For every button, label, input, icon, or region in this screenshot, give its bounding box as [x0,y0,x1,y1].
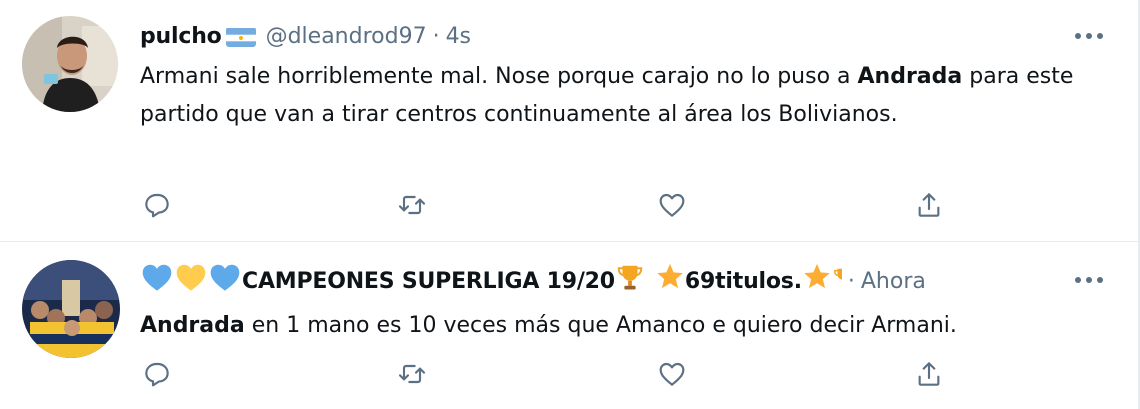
timestamp[interactable]: 4s [446,22,471,52]
mention-text: Andrada [857,64,963,89]
share-icon[interactable] [912,357,946,391]
star-icon [802,262,832,301]
tweet-header: CAMPEONES SUPERLIGA 19/20 69titulos. · A… [140,262,926,301]
retweet-icon[interactable] [395,188,429,222]
separator-dot: · [432,24,440,49]
share-icon[interactable] [912,188,946,222]
retweet-icon[interactable] [395,357,429,391]
more-icon[interactable] [1072,24,1106,48]
heart-icon[interactable] [655,188,689,222]
user-handle[interactable]: @dleandrod97 [266,22,427,52]
tweet-text: Armani sale horriblemente mal. Nose porq… [140,58,1100,134]
display-name[interactable]: pulcho [140,22,222,52]
tweet-actions [140,357,960,391]
tweet[interactable]: CAMPEONES SUPERLIGA 19/20 69titulos. · A… [0,243,1140,409]
tweet-divider [0,241,1140,242]
tweet-text: Andrada en 1 mano es 10 veces más que Am… [140,307,1100,345]
blue-heart-icon [208,262,242,301]
separator-dot: · [847,268,855,294]
blue-heart-icon [140,262,174,301]
trophy-icon [615,262,645,301]
tweet-actions [140,188,960,222]
yellow-heart-icon [174,262,208,301]
more-icon[interactable] [1072,268,1106,292]
trophy-icon [832,262,842,301]
reply-icon[interactable] [140,188,174,222]
tweet-text-part: en 1 mano es 10 veces más que Amanco e q… [244,313,957,338]
tweet-header: pulcho @dleandrod97 · 4s [140,22,471,52]
star-icon [655,262,685,301]
timestamp[interactable]: Ahora [861,267,926,297]
display-name[interactable]: CAMPEONES SUPERLIGA 19/20 [242,267,615,297]
display-name-suffix[interactable]: 69titulos. [685,267,802,297]
tweet[interactable]: pulcho @dleandrod97 · 4s Armani sale hor… [0,0,1140,242]
tweet-text-part: Armani sale horriblemente mal. Nose porq… [140,64,858,89]
mention-text: Andrada [140,313,245,338]
argentina-flag-icon [225,27,256,47]
avatar[interactable] [22,16,118,112]
reply-icon[interactable] [140,357,174,391]
avatar[interactable] [22,260,120,358]
heart-icon[interactable] [655,357,689,391]
